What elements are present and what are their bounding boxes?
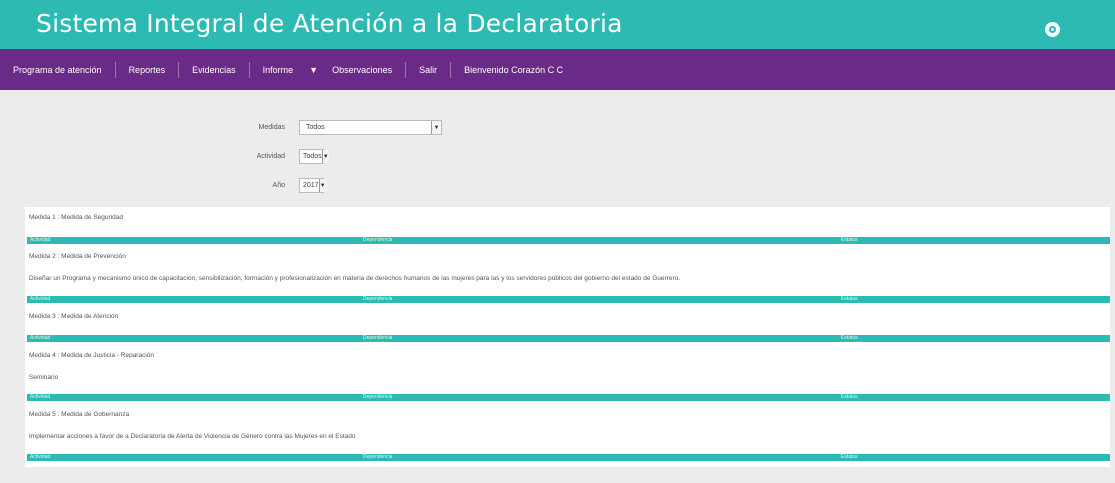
- col-dependencia: Dependencia: [363, 454, 393, 460]
- medidas-select[interactable]: Todos ▼: [299, 120, 442, 135]
- actividad-select[interactable]: Todos ▼: [299, 149, 329, 164]
- filter-anio: Año 2017 ▼: [230, 178, 326, 193]
- table-header-bar: Actividad Dependencia Estatus: [27, 335, 1110, 342]
- col-dependencia: Dependencia: [363, 237, 393, 243]
- nav-informe-label: Informe: [262, 64, 294, 75]
- anio-label: Año: [272, 182, 285, 189]
- nav-programa[interactable]: Programa de atención: [0, 49, 115, 90]
- actividad-label: Actividad: [256, 153, 285, 160]
- nav-reportes[interactable]: Reportes: [116, 49, 179, 90]
- medidas-panel: Medida 1 : Medida de Seguridad Actividad…: [25, 207, 1110, 467]
- app-header: Sistema Integral de Atención a la Declar…: [0, 0, 1115, 49]
- col-actividad: Actividad: [30, 335, 51, 341]
- col-estatus: Estatus: [841, 454, 858, 460]
- medida-description: Diseñar un Programa y mecanismo único de…: [29, 275, 681, 282]
- medida-title: Medida 2 : Medida de Prevención: [29, 253, 126, 260]
- col-dependencia: Dependencia: [363, 335, 393, 341]
- app-title: Sistema Integral de Atención a la Declar…: [36, 9, 623, 38]
- nav-welcome-user: Bienvenido Corazón C C: [464, 64, 564, 75]
- medidas-label: Medidas: [258, 124, 285, 131]
- nav-informe[interactable]: Informe ▼: [250, 49, 326, 90]
- medida-title: Medida 1 : Medida de Seguridad: [29, 214, 123, 221]
- anio-value: 2017: [303, 182, 319, 189]
- col-estatus: Estatus: [841, 335, 858, 341]
- col-estatus: Estatus: [841, 296, 858, 302]
- col-dependencia: Dependencia: [363, 296, 393, 302]
- seal-icon: [1045, 22, 1060, 37]
- nav-observaciones[interactable]: Observaciones: [326, 49, 405, 90]
- filter-actividad: Actividad Todos ▼: [230, 149, 329, 164]
- table-header-bar: Actividad Dependencia Estatus: [27, 394, 1110, 401]
- select-caret-icon: ▼: [318, 179, 326, 192]
- col-actividad: Actividad: [30, 237, 51, 243]
- filter-medidas: Medidas Todos ▼: [230, 120, 442, 135]
- table-header-bar: Actividad Dependencia Estatus: [27, 237, 1110, 244]
- government-logo: [1045, 22, 1107, 37]
- medida-title: Medida 3 : Medida de Atención: [29, 313, 119, 320]
- medida-title: Medida 4 : Medida de Justicia - Reparaci…: [29, 352, 155, 359]
- col-actividad: Actividad: [30, 394, 51, 400]
- col-estatus: Estatus: [841, 237, 858, 243]
- col-actividad: Actividad: [30, 454, 51, 460]
- medida-description: Seminario: [29, 374, 59, 381]
- select-caret-icon: ▼: [321, 150, 329, 163]
- col-estatus: Estatus: [841, 394, 858, 400]
- col-dependencia: Dependencia: [363, 394, 393, 400]
- dropdown-arrow-icon: ▼: [309, 64, 319, 75]
- medida-title: Medida 5 : Medida de Gobernanza: [29, 411, 130, 418]
- table-header-bar: Actividad Dependencia Estatus: [27, 454, 1110, 461]
- medida-description: Implementar acciones a favor de a Declar…: [29, 433, 356, 440]
- col-actividad: Actividad: [30, 296, 51, 302]
- nav-salir[interactable]: Salir: [406, 49, 450, 90]
- medidas-value: Todos: [306, 124, 325, 131]
- nav-evidencias[interactable]: Evidencias: [179, 49, 249, 90]
- main-nav: Programa de atención Reportes Evidencias…: [0, 49, 1115, 90]
- table-header-bar: Actividad Dependencia Estatus: [27, 296, 1110, 303]
- actividad-value: Todos: [303, 153, 322, 160]
- select-caret-icon: ▼: [431, 121, 441, 134]
- anio-select[interactable]: 2017 ▼: [299, 178, 326, 193]
